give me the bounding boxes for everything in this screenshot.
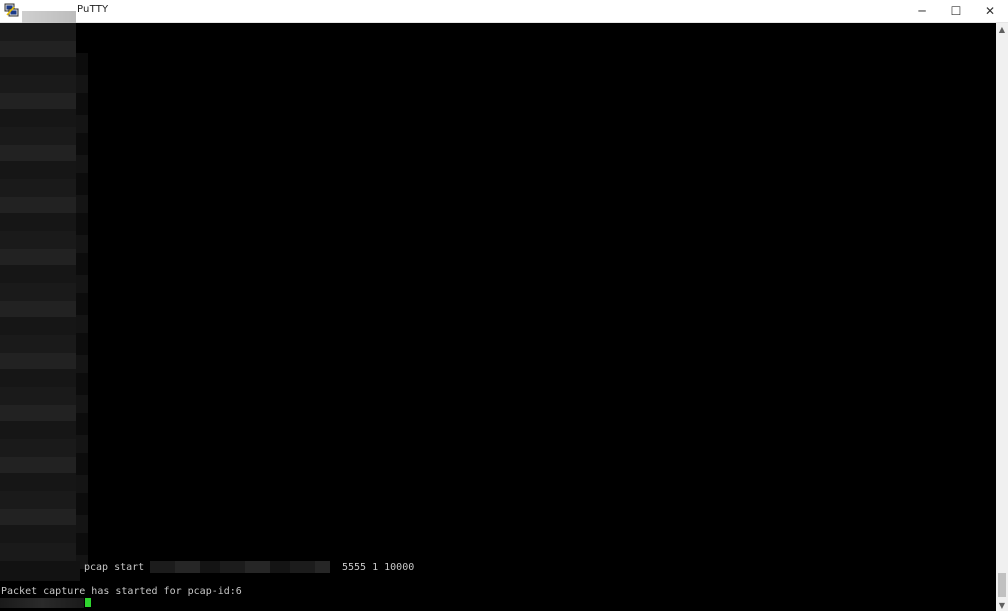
vertical-scrollbar[interactable]: ▲ ▼ [996,23,1008,611]
minimize-button[interactable]: ─ [905,0,939,22]
redacted-address [150,561,330,573]
chevron-up-icon: ▲ [998,24,1006,34]
close-button[interactable]: ✕ [973,0,1007,22]
scroll-thumb[interactable] [998,573,1006,597]
redacted-region-edge [76,53,88,569]
command-prefix: pcap start [84,562,145,573]
scroll-down-button[interactable]: ▼ [996,599,1008,611]
command-suffix: 5555 1 10000 [342,562,415,573]
title-redaction [22,11,76,23]
title-bar[interactable]: PuTTY ─ ☐ ✕ [0,0,1008,23]
close-icon: ✕ [984,4,996,18]
maximize-icon: ☐ [950,4,962,18]
redacted-prompt-line [0,598,84,608]
maximize-button[interactable]: ☐ [939,0,973,22]
putty-icon[interactable] [4,3,19,18]
output-line: Packet capture has started for pcap-id:6 [1,586,242,597]
redacted-region [0,23,76,569]
terminal-area[interactable]: pcap start 5555 1 10000 Packet capture h… [0,23,996,611]
minimize-icon: ─ [918,4,926,18]
chevron-down-icon: ▼ [998,600,1006,610]
window-title: PuTTY [77,4,109,15]
terminal-cursor [85,598,91,607]
scroll-up-button[interactable]: ▲ [996,23,1008,35]
redacted-prompt [0,561,80,581]
